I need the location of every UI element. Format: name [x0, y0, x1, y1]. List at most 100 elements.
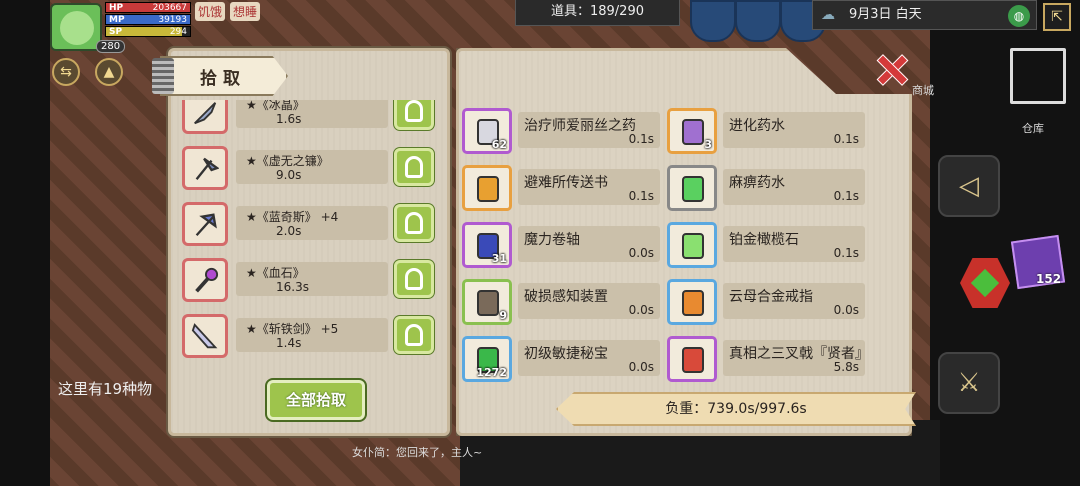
warehouse-label[interactable]: 仓库: [1022, 120, 1044, 136]
bag-item-name: 云母合金戒指: [729, 289, 813, 305]
title-clip-decoration: [152, 58, 174, 94]
bag-item[interactable]: 9 破损感知装置 0.0s: [462, 279, 662, 325]
network-icon[interactable]: ◍: [1008, 5, 1030, 27]
pickup-item-name: ★《虚无之镰》: [246, 154, 329, 168]
item-icon: [682, 233, 704, 259]
bag-item[interactable]: 3 进化药水 0.1s: [667, 108, 867, 154]
weapon-slot[interactable]: [182, 146, 228, 190]
level-badge: 280: [96, 40, 126, 53]
load-text: 负重：739.0s/997.6s: [665, 401, 807, 417]
exit-button[interactable]: ⇱: [1043, 3, 1071, 31]
weapon-slot[interactable]: [182, 258, 228, 302]
hand-icon: [405, 212, 423, 234]
item-count: 9: [499, 309, 507, 322]
bag-item-weight: 0.1s: [833, 189, 859, 203]
pickup-row: ★《虚无之镰》 9.0s: [176, 144, 442, 190]
bag-item-slot[interactable]: [667, 222, 717, 268]
bag-item-weight: 0.1s: [833, 132, 859, 146]
bag-item[interactable]: 1272 初级敏捷秘宝 0.0s: [462, 336, 662, 382]
bag-item[interactable]: 麻痹药水 0.1s: [667, 165, 867, 211]
date-text: 9月3日 白天: [849, 7, 922, 22]
bag-item-slot[interactable]: 1272: [462, 336, 512, 382]
pickup-item-weight: 16.3s: [276, 280, 309, 294]
close-icon[interactable]: [874, 52, 908, 86]
weapon-slot[interactable]: [182, 100, 228, 134]
sp-bar: SP 294: [105, 26, 191, 37]
bag-item-info: 避难所传送书 0.1s: [518, 169, 660, 205]
pickup-info: ★《斩铁剑》 +5 1.4s: [236, 318, 388, 352]
bag-item-name: 治疗师爱丽丝之药: [524, 118, 636, 134]
bag-item-slot[interactable]: 9: [462, 279, 512, 325]
bag-item-slot[interactable]: 3: [667, 108, 717, 154]
item-count: 62: [491, 138, 507, 151]
mp-bar: MP 39193: [105, 14, 191, 25]
item-count: 1272: [476, 366, 507, 379]
bag-item[interactable]: 云母合金戒指 0.0s: [667, 279, 867, 325]
weapon-slot[interactable]: [182, 202, 228, 246]
pickup-row: ★《冰晶》 1.6s: [176, 100, 442, 134]
pickup-info: ★《冰晶》 1.6s: [236, 100, 388, 128]
bag-item[interactable]: 62 治疗师爱丽丝之药 0.1s: [462, 108, 662, 154]
sword-attack-button[interactable]: ⚔: [938, 352, 1000, 414]
shop-label[interactable]: 商城: [912, 82, 934, 98]
crystal-weapon-icon: [194, 102, 217, 125]
player-avatar[interactable]: [50, 3, 102, 51]
bag-item-slot[interactable]: 31: [462, 222, 512, 268]
hand-icon: [405, 268, 423, 290]
bag-item-name: 初级敏捷秘宝: [524, 346, 608, 362]
bag-item-name: 魔力卷轴: [524, 232, 580, 248]
pickup-button[interactable]: [394, 204, 434, 242]
item-count: 31: [491, 252, 507, 265]
bag-item-slot[interactable]: [667, 165, 717, 211]
bag-item[interactable]: 真相之三叉戟『贤者』 5.8s: [667, 336, 867, 382]
bag-item-slot[interactable]: [462, 165, 512, 211]
quick-item-count: 152: [1036, 272, 1062, 286]
pickup-button[interactable]: [394, 148, 434, 186]
status-sleepy[interactable]: 想睡: [230, 2, 261, 21]
map-icon[interactable]: [1010, 48, 1066, 104]
hp-label: HP: [109, 3, 124, 13]
bag-item-weight: 0.1s: [833, 246, 859, 260]
bag-item-name: 避难所传送书: [524, 175, 608, 191]
item-icon: [682, 290, 704, 316]
bag-item[interactable]: 避难所传送书 0.1s: [462, 165, 662, 211]
bag-item-slot[interactable]: 62: [462, 108, 512, 154]
mp-label: MP: [109, 15, 125, 25]
hand-icon: [405, 100, 423, 122]
bag-item-weight: 0.0s: [628, 360, 654, 374]
bag-item-info: 治疗师爱丽丝之药 0.1s: [518, 112, 660, 148]
bag-item-info: 真相之三叉戟『贤者』 5.8s: [723, 340, 865, 376]
bag-item-slot[interactable]: [667, 279, 717, 325]
scene-shadow-left: [0, 0, 50, 486]
skill-icon[interactable]: ▲: [95, 58, 123, 86]
bag-item-name: 破损感知装置: [524, 289, 608, 305]
pickup-item-name: ★《斩铁剑》 +5: [246, 322, 339, 336]
pickup-button[interactable]: [394, 316, 434, 354]
weather-icon: ☁: [821, 7, 835, 23]
mp-value: 39193: [158, 15, 187, 25]
pickup-list[interactable]: ★《冰晶》 1.6s ★《虚无之镰》 9.0s ★《蓝奇斯》 +4 2.0s ★…: [176, 100, 442, 374]
bow-skill-button[interactable]: ◁: [938, 155, 1000, 217]
bag-item-name: 进化药水: [729, 118, 785, 134]
weapon-slot[interactable]: [182, 314, 228, 358]
item-icon: [477, 176, 499, 202]
hp-value: 203667: [152, 3, 187, 13]
scythe-icon: [195, 157, 219, 180]
bag-item-slot[interactable]: [667, 336, 717, 382]
pick-all-button[interactable]: 全部拾取: [267, 380, 365, 420]
bag-item-weight: 0.0s: [833, 303, 859, 317]
bag-item[interactable]: 31 魔力卷轴 0.0s: [462, 222, 662, 268]
pickup-button[interactable]: [394, 100, 434, 130]
pickup-item-name: ★《蓝奇斯》 +4: [246, 210, 339, 224]
status-hungry[interactable]: 饥饿: [195, 2, 226, 21]
bag-item-weight: 0.0s: [628, 303, 654, 317]
sp-value: 294: [169, 27, 187, 37]
bag-item[interactable]: 铂金橄榄石 0.1s: [667, 222, 867, 268]
sword-icon: [191, 323, 218, 349]
pickup-button[interactable]: [394, 260, 434, 298]
bag-item-name: 铂金橄榄石: [729, 232, 799, 248]
pickup-row: ★《血石》 16.3s: [176, 256, 442, 302]
loot-notice-text: 这里有19种物: [58, 380, 153, 398]
swap-icon[interactable]: ⇆: [52, 58, 80, 86]
pickup-item-weight: 2.0s: [276, 224, 302, 238]
